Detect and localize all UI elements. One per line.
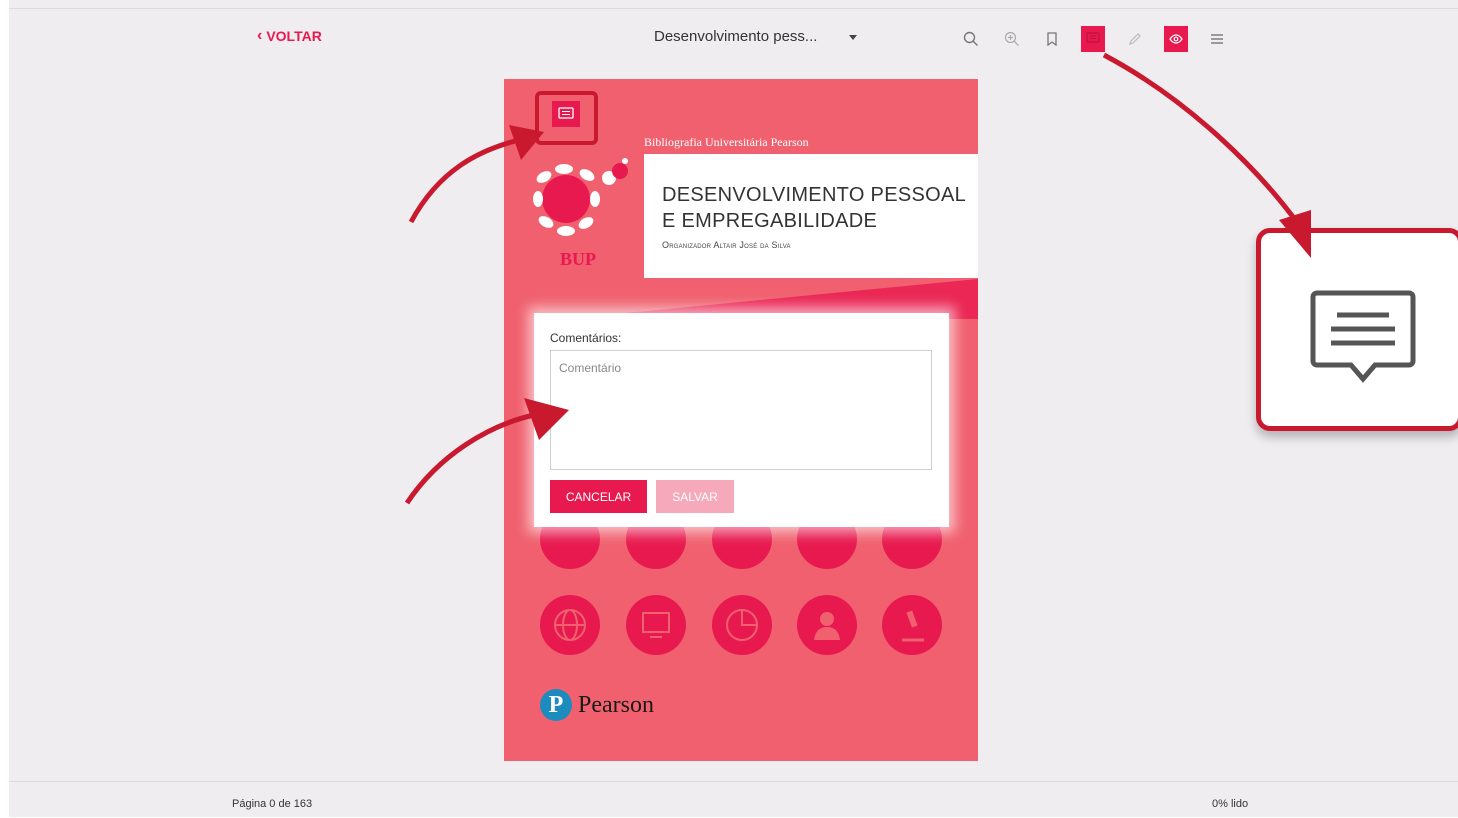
series-name: Bibliografia Universitária Pearson	[644, 135, 809, 149]
page-indicator: Página 0 de 163	[232, 798, 313, 810]
chevron-left-icon: ‹	[257, 27, 263, 44]
organizer: Organizador Altair José da Silva	[662, 240, 791, 250]
highlight-box	[535, 91, 598, 145]
read-progress: 0% lido	[1212, 798, 1249, 810]
status-bar: Página 0 de 163 0% lido	[9, 781, 1458, 818]
book-title-dropdown[interactable]: Desenvolvimento pess...	[654, 28, 817, 45]
comment-label: Comentários:	[550, 331, 622, 345]
zoom-in-icon[interactable]	[1000, 26, 1024, 52]
save-button[interactable]: SALVAR	[656, 480, 734, 513]
book-title: DESENVOLVIMENTO PESSOAL E EMPREGABILIDAD…	[662, 182, 966, 234]
comment-icon[interactable]	[1081, 26, 1105, 52]
comment-dialog: Comentários: CANCELAR SALVAR	[534, 313, 949, 527]
pencil-icon[interactable]	[1123, 26, 1147, 52]
back-label: VOLTAR	[266, 28, 322, 44]
pearson-p-icon: P	[540, 689, 572, 721]
globe-icon	[540, 595, 600, 655]
microscope-icon	[882, 595, 942, 655]
comment-icon-callout	[1256, 228, 1458, 431]
pearson-wordmark: Pearson	[578, 691, 654, 718]
title-line-1: DESENVOLVIMENTO PESSOAL	[662, 184, 967, 206]
pearson-logo: P Pearson	[540, 689, 654, 721]
pie-chart-icon	[712, 595, 772, 655]
eye-icon[interactable]	[1164, 26, 1188, 52]
reader-app: ‹ VOLTAR Desenvolvimento pess... Bibliog…	[9, 0, 1458, 817]
comment-icon-large	[1310, 290, 1416, 383]
menu-icon[interactable]	[1205, 26, 1229, 52]
bookmark-icon[interactable]	[1040, 26, 1064, 52]
title-panel: DESENVOLVIMENTO PESSOAL E EMPREGABILIDAD…	[644, 154, 978, 278]
back-button[interactable]: ‹ VOLTAR	[257, 27, 322, 45]
cancel-button[interactable]: CANCELAR	[550, 480, 647, 513]
comment-textarea[interactable]	[550, 350, 932, 470]
search-icon[interactable]	[959, 26, 983, 52]
chevron-down-icon[interactable]	[849, 35, 857, 40]
monitor-gear-icon	[626, 595, 686, 655]
bup-logo-text: BUP	[560, 249, 596, 269]
title-line-2: E EMPREGABILIDADE	[662, 210, 878, 232]
worker-icon	[797, 595, 857, 655]
